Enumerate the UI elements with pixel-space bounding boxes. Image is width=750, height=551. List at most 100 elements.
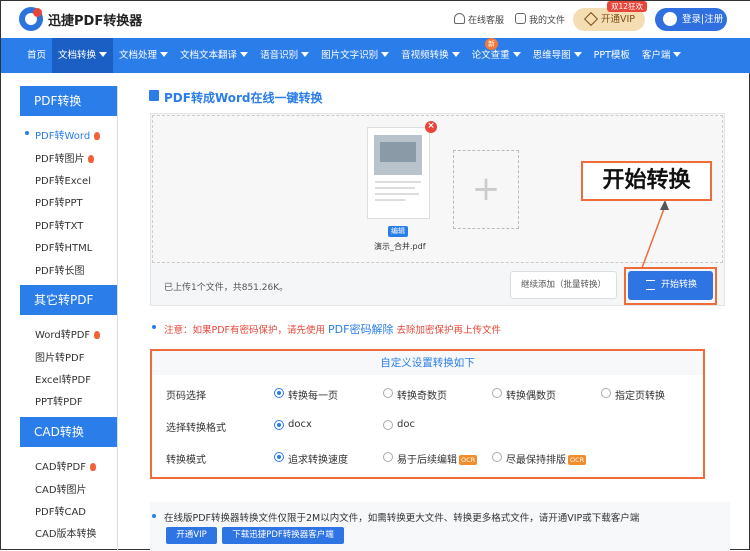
option-label[interactable]: docx [288,419,312,430]
sidebar-item-pdf-image[interactable]: PDF转图片 [35,150,95,165]
radio-layout[interactable] [492,452,502,462]
radio-even-pages[interactable] [492,388,502,398]
option-label: 易于后续编辑 [397,455,457,466]
option-label[interactable]: 转换奇数页 [397,387,447,402]
add-file-button[interactable]: + [453,150,519,229]
nav-mindmap[interactable]: 思维导图 [527,38,588,73]
radio-speed[interactable] [274,452,284,462]
nav-label: 文档文本翻译 [180,50,238,61]
radio-editable[interactable] [383,452,393,462]
bullet-dot [152,514,156,518]
option-editable[interactable]: 易于后续编辑 OCR [397,451,478,466]
sidebar-item-pdf-word[interactable]: PDF转Word [35,127,101,142]
option-layout[interactable]: 尽最保持排版 OCR [506,451,587,466]
radio-doc[interactable] [383,420,393,430]
nav-ocr[interactable]: 图片文字识别 [315,38,395,73]
chevron-down-icon [240,52,249,57]
ocr-badge: OCR [459,455,478,465]
sidebar-item-pdf-html[interactable]: PDF转HTML [35,239,92,254]
fire-icon [88,155,95,163]
pdf-unlock-link[interactable]: PDF密码解除 [328,323,393,336]
file-name: 演示_合并.pdf [374,242,426,251]
nav-label: 图片文字识别 [321,50,379,61]
nav-client[interactable]: 客户端 [636,38,688,73]
sidebar-item-label: CAD转PDF [35,462,87,473]
arrow-head [660,200,669,210]
sidebar-item-cad-image[interactable]: CAD转图片 [35,481,87,496]
note-prefix: 注意：如果PDF有密码保护，请先使用 [164,325,326,336]
nav-label: PPT模板 [593,50,630,61]
option-label[interactable]: doc [397,419,415,430]
nav-label: 文档转换 [58,50,97,61]
arrow-line [641,205,666,269]
bullet-dot [152,325,156,329]
radio-every-page[interactable] [274,388,284,398]
sidebar-item-pdf-excel[interactable]: PDF转Excel [35,172,91,187]
nav-label: 首页 [27,50,47,61]
thumbnail-text-line [375,193,419,195]
thumbnail-image [374,135,422,175]
nav-home[interactable]: 首页 [21,38,52,73]
bottom-vip-button[interactable]: 开通VIP [166,527,217,544]
option-label[interactable]: 指定页转换 [615,387,665,402]
chevron-down-icon [573,52,582,57]
sidebar-item-pdf-cad[interactable]: PDF转CAD [35,503,86,518]
sidebar-item-word-pdf[interactable]: Word转PDF [35,326,101,341]
main-nav: 首页 文档转换 文档处理 文档文本翻译 语音识别 图片文字识别 音视频转换 论文… [1,38,750,73]
sidebar-item-label: PDF转Word [35,131,91,142]
nav-label: 文档处理 [119,50,158,61]
promo-badge: 双12狂欢 [607,1,648,12]
download-client-button[interactable]: 下载迅捷PDF转换器客户端 [222,527,344,544]
logo-icon[interactable] [19,7,43,31]
nav-translate[interactable]: 文档文本翻译 [174,38,254,73]
my-files-link[interactable]: 我的文件 [529,13,565,26]
sidebar-item-image-pdf[interactable]: 图片转PDF [35,349,84,364]
brand-name[interactable]: 迅捷PDF转换器 [48,10,142,29]
mode-label: 转换模式 [166,455,206,466]
customer-service-link[interactable]: 在线客服 [468,13,504,26]
sidebar-divider [117,86,118,551]
sidebar-item-label: Word转PDF [35,330,91,341]
nav-speech[interactable]: 语音识别 [254,38,315,73]
sidebar-item-label: PDF转图片 [35,154,85,165]
nav-doc-process[interactable]: 文档处理 [113,38,174,73]
sidebar-item-ppt-pdf[interactable]: PPT转PDF [35,393,83,408]
page-title: PDF转成Word在线一键转换 [164,91,323,105]
edit-file-button[interactable]: 编辑 [388,226,408,237]
nav-doc-convert[interactable]: 文档转换 [52,38,114,73]
nav-label: 语音识别 [260,50,299,61]
thumbnail-text-line [375,199,405,201]
option-label[interactable]: 转换每一页 [288,387,338,402]
sidebar-item-pdf-txt[interactable]: PDF转TXT [35,217,83,232]
new-badge: 新 [485,38,498,50]
sidebar-item-cad-version[interactable]: CAD版本转换 [35,525,97,540]
delete-file-button[interactable]: × [425,121,437,133]
thumbnail-text-line [375,181,421,183]
sidebar-item-cad-pdf[interactable]: CAD转PDF [35,458,97,473]
sidebar-heading-cad: CAD转换 [20,417,117,447]
thumbnail-text-line [375,187,415,189]
upload-count-text: 已上传1个文件，共851.26K。 [164,283,289,293]
file-icon[interactable] [515,13,526,24]
sidebar-item-excel-pdf[interactable]: Excel转PDF [35,371,91,386]
sidebar-heading-to-pdf: 其它转PDF [20,285,117,315]
document-icon [149,90,159,101]
fire-icon [90,463,97,471]
chevron-down-icon [301,52,310,57]
size-limit-text: 在线版PDF转换器转换文件仅限于2M以内文件，如需转换更大文件、转换更多格式文件… [164,513,640,524]
radio-docx[interactable] [274,420,284,430]
chevron-down-icon [512,52,521,57]
sidebar-item-pdf-longimg[interactable]: PDF转长图 [35,262,84,277]
highlight-frame [624,267,717,305]
nav-av[interactable]: 音视频转换 [395,38,466,73]
continue-add-button[interactable]: 继续添加（批量转换） [510,271,617,299]
radio-odd-pages[interactable] [383,388,393,398]
option-label[interactable]: 转换偶数页 [506,387,556,402]
sidebar-item-pdf-ppt[interactable]: PDF转PPT [35,194,83,209]
radio-specific-pages[interactable] [601,388,611,398]
format-label: 选择转换格式 [166,423,226,434]
fire-icon [94,132,101,140]
headset-icon[interactable] [454,13,465,24]
option-label[interactable]: 追求转换速度 [288,451,348,466]
nav-ppt[interactable]: PPT模板 [588,38,636,73]
